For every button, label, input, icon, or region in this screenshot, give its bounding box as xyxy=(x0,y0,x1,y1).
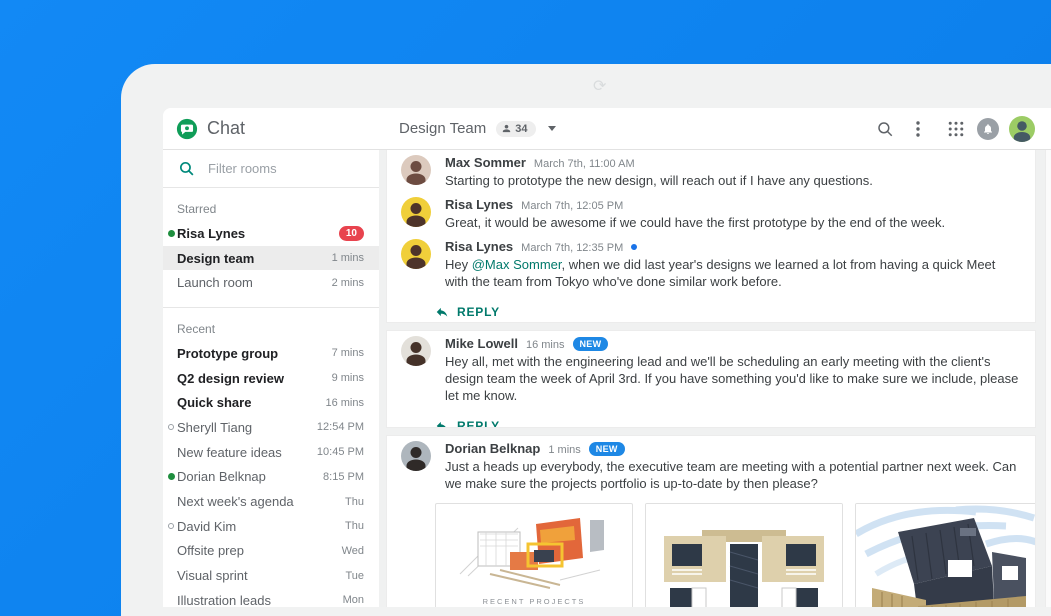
message-thread-area: Max Sommer March 7th, 11:00 AM Starting … xyxy=(379,150,1051,607)
sidebar-item-illustration-leads[interactable]: Illustration leads Mon xyxy=(163,588,379,607)
three-dot-menu-icon xyxy=(916,120,920,137)
header-actions xyxy=(876,115,1051,142)
avatar[interactable] xyxy=(401,197,431,227)
chat-logo-icon xyxy=(176,118,198,139)
presence-offline-icon xyxy=(168,423,174,430)
message-timestamp: March 7th, 12:35 PM xyxy=(521,242,624,254)
thread-scrollbar[interactable] xyxy=(1045,150,1051,607)
new-badge: NEW xyxy=(572,336,609,351)
person-icon xyxy=(503,124,511,133)
unread-dot-icon xyxy=(631,243,638,250)
search-icon xyxy=(878,121,893,136)
room-title: Design Team xyxy=(399,120,487,137)
member-count: 34 xyxy=(515,122,528,135)
filter-search-icon xyxy=(179,161,194,176)
presence-offline-icon xyxy=(168,522,174,529)
sidebar-item-next-weeks-agenda[interactable]: Next week's agenda Thu xyxy=(163,489,379,514)
attachment-image-dark-building-sketch[interactable] xyxy=(855,503,1035,607)
message-text: Just a heads up everybody, the executive… xyxy=(445,459,1017,491)
reply-button[interactable]: REPLY xyxy=(435,305,500,319)
chat-app-window: Chat Design Team 34 Filter rooms Starred… xyxy=(163,108,1051,607)
message-text: Great, it would be awesome if we could h… xyxy=(445,215,946,230)
avatar[interactable] xyxy=(401,155,431,185)
sidebar-item-offsite-prep[interactable]: Offsite prep Wed xyxy=(163,539,379,564)
architecture-sketch-2 xyxy=(646,504,842,607)
loading-refresh-icon: ⟳ xyxy=(593,78,607,95)
thread-card: Dorian Belknap 1 mins NEW Just a heads u… xyxy=(386,435,1036,607)
avatar[interactable] xyxy=(401,441,431,471)
sidebar-item-david-kim[interactable]: David Kim Thu xyxy=(163,514,379,539)
message-text: Hey @Max Sommer, when we did last year's… xyxy=(445,257,996,289)
apps-grid-icon xyxy=(948,121,964,136)
filter-rooms-input[interactable] xyxy=(208,161,358,176)
message-timestamp: 16 mins xyxy=(525,339,565,351)
member-count-button[interactable]: 34 xyxy=(496,120,536,137)
message: Dorian Belknap 1 mins NEW Just a heads u… xyxy=(387,436,1035,495)
sidebar-item-risa-lynes[interactable]: Risa Lynes 10 xyxy=(163,221,379,246)
message: Mike Lowell 16 mins NEW Hey all, met wit… xyxy=(387,331,1035,407)
attachment-image-recent-projects[interactable]: RECENT PROJECTS xyxy=(435,503,633,607)
sidebar-item-design-team[interactable]: Design team 1 mins xyxy=(163,245,379,271)
attachment-row: RECENT PROJECTS xyxy=(435,503,1035,607)
sidebar-item-quick-share[interactable]: Quick share 16 mins xyxy=(163,390,379,415)
thread-card: Max Sommer March 7th, 11:00 AM Starting … xyxy=(386,150,1036,323)
overflow-menu-button[interactable] xyxy=(916,120,920,137)
message: Risa Lynes March 7th, 12:05 PM Great, it… xyxy=(387,192,1035,234)
sidebar-item-dorian-belknap[interactable]: Dorian Belknap 8:15 PM xyxy=(163,465,379,490)
filter-rooms-row xyxy=(163,150,379,188)
message-timestamp: March 7th, 12:05 PM xyxy=(521,200,624,212)
sidebar-item-prototype-group[interactable]: Prototype group 7 mins xyxy=(163,341,379,366)
message-author[interactable]: Mike Lowell xyxy=(445,336,518,351)
google-apps-button[interactable] xyxy=(948,121,964,137)
presence-online-icon xyxy=(168,473,175,481)
sidebar-item-visual-sprint[interactable]: Visual sprint Tue xyxy=(163,563,379,588)
attachment-caption: RECENT PROJECTS xyxy=(482,597,586,606)
sidebar-item-launch-room[interactable]: Launch room 2 mins xyxy=(163,270,379,295)
reply-button[interactable]: REPLY xyxy=(435,419,500,427)
device-frame: ⟳ Chat Design Team 34 Filter rooms Starr… xyxy=(121,64,1051,616)
room-header: Design Team 34 xyxy=(399,120,556,137)
message-timestamp: March 7th, 11:00 AM xyxy=(533,158,635,170)
message-author[interactable]: Risa Lynes xyxy=(445,239,513,254)
sidebar-item-q2-design-review[interactable]: Q2 design review 9 mins xyxy=(163,366,379,391)
recent-section-label: Recent xyxy=(177,322,216,337)
architecture-sketch-3 xyxy=(856,504,1035,607)
attachment-image-house-sketch[interactable] xyxy=(645,503,843,607)
room-dropdown-icon[interactable] xyxy=(547,126,556,131)
unread-count-badge: 10 xyxy=(338,225,364,241)
message-text: Starting to prototype the new design, wi… xyxy=(445,173,873,188)
app-content: Starred Risa Lynes 10 Design team 1 mins… xyxy=(163,150,1051,607)
message-author[interactable]: Max Sommer xyxy=(445,155,526,170)
avatar[interactable] xyxy=(401,336,431,366)
user-mention-link[interactable]: @Max Sommer xyxy=(472,257,562,272)
thread-card: Mike Lowell 16 mins NEW Hey all, met wit… xyxy=(386,330,1036,428)
avatar[interactable] xyxy=(401,239,431,269)
app-header: Chat Design Team 34 xyxy=(163,108,1051,150)
reply-arrow-icon xyxy=(436,307,448,317)
message-author[interactable]: Risa Lynes xyxy=(445,197,513,212)
notifications-button[interactable] xyxy=(977,117,1009,140)
message-author[interactable]: Dorian Belknap xyxy=(445,441,540,456)
search-button[interactable] xyxy=(876,120,894,138)
sidebar-item-sheryll-tiang[interactable]: Sheryll Tiang 12:54 PM xyxy=(163,415,379,440)
architecture-sketch-1 xyxy=(459,518,604,589)
message-text: Hey all, met with the engineering lead a… xyxy=(445,354,1019,403)
app-name: Chat xyxy=(207,118,246,138)
reply-arrow-icon xyxy=(436,421,446,427)
starred-section-label: Starred xyxy=(177,202,217,216)
app-brand: Chat xyxy=(163,118,399,140)
presence-online-icon xyxy=(168,229,175,237)
notification-bell-icon xyxy=(977,117,999,140)
message: Risa Lynes March 7th, 12:35 PM Hey @Max … xyxy=(387,234,1035,293)
message: Max Sommer March 7th, 11:00 AM Starting … xyxy=(387,150,1035,192)
rooms-sidebar: Starred Risa Lynes 10 Design team 1 mins… xyxy=(163,150,379,607)
new-badge: NEW xyxy=(588,441,625,456)
sidebar-item-new-feature-ideas[interactable]: New feature ideas 10:45 PM xyxy=(163,440,379,465)
user-avatar[interactable] xyxy=(1009,115,1035,142)
message-timestamp: 1 mins xyxy=(548,444,581,456)
